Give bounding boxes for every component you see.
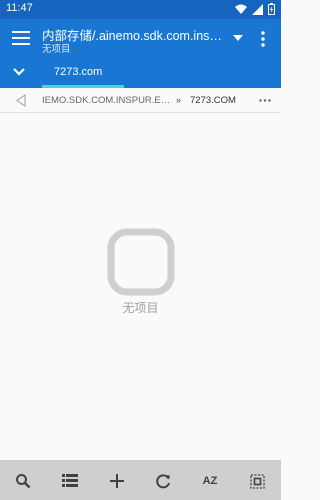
breadcrumb: IEMO.SDK.COM.INSPUR.EM... » 7273.COM [0,88,281,113]
list-view-icon [62,474,78,487]
tab-7273[interactable]: 7273.com [42,56,124,88]
breadcrumb-item-parent[interactable]: IEMO.SDK.COM.INSPUR.EM... [42,95,171,106]
empty-folder-icon [107,228,175,296]
empty-message: 无项目 [122,301,159,315]
search-button[interactable] [12,470,34,492]
app-bar: 内部存储/.ainemo.sdk.com.inspur.... 无项目 [0,19,281,56]
list-view-button[interactable] [59,470,81,492]
caret-down-icon [233,35,243,41]
overflow-menu-button[interactable] [254,28,272,50]
plus-icon [110,474,124,488]
refresh-button[interactable] [152,470,174,492]
breadcrumb-separator: » [176,95,182,105]
search-icon [16,474,31,489]
path-subtitle: 无项目 [42,44,71,55]
add-button[interactable] [106,470,128,492]
tab-label: 7273.com [54,66,103,78]
hamburger-icon [12,31,30,45]
breadcrumb-more-button[interactable] [256,93,274,107]
chevron-down-icon [13,68,25,76]
status-time: 11:47 [6,2,33,14]
path-dropdown-button[interactable] [229,29,247,47]
signal-icon [252,3,263,15]
more-horizontal-icon [259,98,271,102]
sort-button[interactable]: AZ [199,470,221,492]
status-icons [235,3,275,15]
tab-collapse-button[interactable] [10,64,28,80]
battery-icon [268,3,275,15]
menu-button[interactable] [8,25,34,51]
breadcrumb-item-current[interactable]: 7273.COM [190,95,236,106]
refresh-icon [155,473,170,488]
sort-az-label: AZ [202,475,218,487]
empty-state: 无项目 [0,113,281,460]
select-all-icon [249,473,265,489]
back-triangle-icon[interactable] [16,94,26,107]
select-all-button[interactable] [246,470,268,492]
wifi-icon [235,4,247,14]
tab-bar: 7273.com [0,56,281,88]
more-vertical-icon [261,31,265,47]
status-bar: 11:47 [0,0,281,19]
bottom-toolbar: AZ [0,460,281,500]
